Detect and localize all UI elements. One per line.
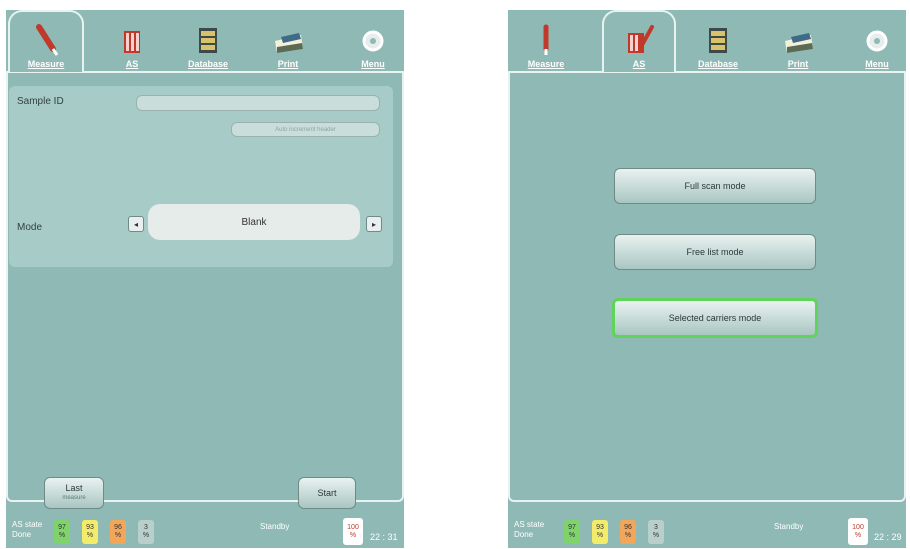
button-label: Selected carriers mode <box>668 313 762 323</box>
standby-status: Standby <box>260 522 290 531</box>
percent-indicator: 100% <box>848 518 868 545</box>
tab-as[interactable]: AS <box>602 10 676 72</box>
last-button-label: Last <box>65 483 83 493</box>
sample-rack-icon <box>115 23 149 57</box>
tab-label: Menu <box>865 59 889 69</box>
tab-database[interactable]: Database <box>178 10 238 72</box>
status-bar: AS state Done 97% 93% 96% 3% Standby 100%… <box>6 516 404 548</box>
reagent-chip: 97% <box>564 520 580 544</box>
mode-selector[interactable]: Blank <box>148 204 360 240</box>
clock: 22 : 31 <box>370 532 398 542</box>
full-scan-mode-button[interactable]: Full scan mode <box>614 168 816 204</box>
free-list-mode-button[interactable]: Free list mode <box>614 234 816 270</box>
percent-indicator: 100% <box>343 518 363 545</box>
clock: 22 : 29 <box>874 532 902 542</box>
tab-label: Database <box>187 59 229 69</box>
tab-print[interactable]: Print <box>260 10 316 72</box>
tab-label: Measure <box>527 59 565 69</box>
tab-print[interactable]: Print <box>770 10 826 72</box>
reagent-chip: 3% <box>648 520 664 544</box>
sample-rack-icon <box>622 23 656 57</box>
mode-value: Blank <box>241 216 267 228</box>
last-button-sublabel: measure <box>62 495 86 501</box>
autosampler-screen: Measure AS Database Print Menu Full scan… <box>508 10 906 548</box>
reagent-chip: 93% <box>592 520 608 544</box>
start-button-label: Start <box>317 488 337 498</box>
as-state-label: AS state Done <box>12 520 43 539</box>
printer-icon <box>781 23 815 57</box>
last-measure-button[interactable]: Last measure <box>44 477 104 509</box>
reagent-chip: 93% <box>82 520 98 544</box>
status-bar: AS state Done 97% 93% 96% 3% Standby 100%… <box>508 516 906 548</box>
tab-menu[interactable]: Menu <box>850 10 904 72</box>
tab-as[interactable]: AS <box>104 10 160 72</box>
mode-label: Mode <box>17 222 43 233</box>
button-label: Full scan mode <box>684 181 746 191</box>
as-state-label: AS state Done <box>514 520 545 539</box>
database-icon <box>191 23 225 57</box>
start-button[interactable]: Start <box>298 477 356 509</box>
pipette-icon <box>529 23 563 57</box>
standby-status: Standby <box>774 522 804 531</box>
pipette-icon <box>29 23 63 57</box>
tab-label: AS <box>125 59 139 69</box>
gear-icon <box>356 23 390 57</box>
sample-id-input[interactable] <box>136 95 380 111</box>
tab-label: Database <box>697 59 739 69</box>
reagent-chip: 3% <box>138 520 154 544</box>
gear-icon <box>860 23 894 57</box>
mode-next-button[interactable]: ▸ <box>366 216 382 232</box>
mode-previous-button[interactable]: ◂ <box>128 216 144 232</box>
reagent-chip: 96% <box>620 520 636 544</box>
sample-id-label: Sample ID <box>17 96 64 107</box>
database-icon <box>701 23 735 57</box>
tab-label: AS <box>632 59 646 69</box>
content-frame <box>508 71 906 502</box>
selected-carriers-mode-button[interactable]: Selected carriers mode <box>612 298 818 338</box>
measure-screen: Measure AS Database Print Menu Sample ID… <box>6 10 404 548</box>
reagent-chip: 96% <box>110 520 126 544</box>
tab-measure[interactable]: Measure <box>518 10 574 72</box>
tab-label: Print <box>277 59 299 69</box>
tab-menu[interactable]: Menu <box>346 10 400 72</box>
tab-measure[interactable]: Measure <box>8 10 84 72</box>
tab-label: Print <box>787 59 809 69</box>
auto-increment-label: Auto increment header <box>275 126 336 133</box>
button-label: Free list mode <box>686 247 744 257</box>
reagent-chip: 97% <box>54 520 70 544</box>
tab-database[interactable]: Database <box>688 10 748 72</box>
done-label: Done <box>12 530 32 539</box>
done-label: Done <box>514 530 534 539</box>
printer-icon <box>271 23 305 57</box>
tab-label: Measure <box>27 59 65 69</box>
auto-increment-toggle[interactable]: Auto increment header <box>231 122 380 137</box>
tab-label: Menu <box>361 59 385 69</box>
